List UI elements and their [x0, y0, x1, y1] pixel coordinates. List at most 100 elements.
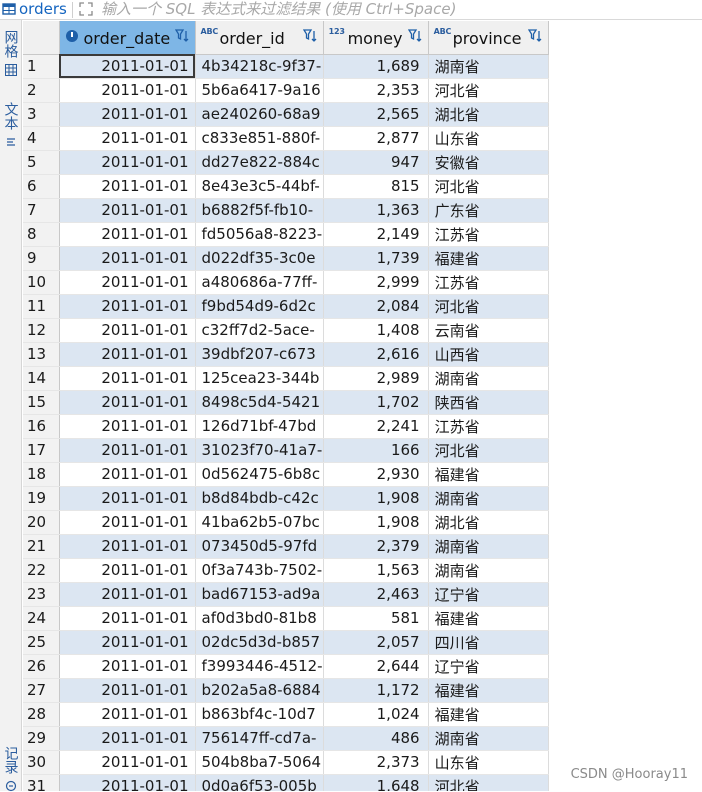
cell-province[interactable]: 福建省 — [428, 702, 549, 727]
table-row[interactable]: 23 2011-01-01 bad67153-ad9a 2,463 辽宁省 — [23, 582, 549, 607]
cell-money[interactable]: 815 — [323, 174, 429, 199]
expand-icon[interactable] — [79, 2, 93, 16]
table-row[interactable]: 1 2011-01-01 4b34218c-9f37- 1,689 湖南省 — [23, 54, 549, 79]
cell-money[interactable]: 2,877 — [323, 126, 429, 151]
cell-money[interactable]: 947 — [323, 150, 429, 175]
filter-sort-icon[interactable] — [527, 28, 544, 44]
cell-order-id[interactable]: 504b8ba7-5064 — [195, 750, 324, 775]
cell-money[interactable]: 2,930 — [323, 462, 429, 487]
row-number[interactable]: 3 — [23, 102, 60, 127]
table-row[interactable]: 6 2011-01-01 8e43e3c5-44bf- 815 河北省 — [23, 174, 549, 199]
cell-order-date[interactable]: 2011-01-01 — [59, 270, 196, 295]
cell-money[interactable]: 1,024 — [323, 702, 429, 727]
cell-order-id[interactable]: b6882f5f-fb10- — [195, 198, 324, 223]
cell-money[interactable]: 1,648 — [323, 774, 429, 791]
tab-record[interactable]: 记录 — [0, 746, 21, 792]
cell-money[interactable]: 2,463 — [323, 582, 429, 607]
column-header-order-date[interactable]: order_date — [59, 21, 196, 55]
row-number[interactable]: 19 — [23, 486, 60, 511]
cell-province[interactable]: 陕西省 — [428, 390, 549, 415]
cell-order-id[interactable]: 073450d5-97fd — [195, 534, 324, 559]
cell-money[interactable]: 1,563 — [323, 558, 429, 583]
cell-order-date[interactable]: 2011-01-01 — [59, 678, 196, 703]
row-number[interactable]: 18 — [23, 462, 60, 487]
cell-order-id[interactable]: b863bf4c-10d7 — [195, 702, 324, 727]
cell-money[interactable]: 2,084 — [323, 294, 429, 319]
cell-province[interactable]: 河北省 — [428, 438, 549, 463]
filter-sort-icon[interactable] — [174, 28, 191, 44]
cell-money[interactable]: 2,149 — [323, 222, 429, 247]
cell-order-id[interactable]: 0d0a6f53-005b — [195, 774, 324, 791]
table-row[interactable]: 12 2011-01-01 c32ff7d2-5ace- 1,408 云南省 — [23, 318, 549, 343]
cell-order-date[interactable]: 2011-01-01 — [59, 366, 196, 391]
cell-order-date[interactable]: 2011-01-01 — [59, 198, 196, 223]
cell-order-date[interactable]: 2011-01-01 — [59, 582, 196, 607]
cell-order-date[interactable]: 2011-01-01 — [59, 150, 196, 175]
table-row[interactable]: 11 2011-01-01 f9bd54d9-6d2c 2,084 河北省 — [23, 294, 549, 319]
column-header-order-id[interactable]: ABC order_id — [195, 21, 324, 55]
table-row[interactable]: 2 2011-01-01 5b6a6417-9a16 2,353 河北省 — [23, 78, 549, 103]
cell-order-id[interactable]: af0d3bd0-81b8 — [195, 606, 324, 631]
row-number[interactable]: 26 — [23, 654, 60, 679]
cell-province[interactable]: 湖南省 — [428, 726, 549, 751]
cell-money[interactable]: 1,739 — [323, 246, 429, 271]
cell-province[interactable]: 河北省 — [428, 78, 549, 103]
table-row[interactable]: 29 2011-01-01 756147ff-cd7a- 486 湖南省 — [23, 726, 549, 751]
row-number[interactable]: 2 — [23, 78, 60, 103]
cell-province[interactable]: 河北省 — [428, 294, 549, 319]
cell-province[interactable]: 福建省 — [428, 246, 549, 271]
cell-money[interactable]: 2,373 — [323, 750, 429, 775]
cell-province[interactable]: 辽宁省 — [428, 654, 549, 679]
cell-order-date[interactable]: 2011-01-01 — [59, 390, 196, 415]
cell-order-id[interactable]: 31023f70-41a7- — [195, 438, 324, 463]
cell-order-date[interactable]: 2011-01-01 — [59, 246, 196, 271]
table-row[interactable]: 13 2011-01-01 39dbf207-c673 2,616 山西省 — [23, 342, 549, 367]
cell-province[interactable]: 湖南省 — [428, 54, 549, 79]
cell-money[interactable]: 1,363 — [323, 198, 429, 223]
cell-order-id[interactable]: d022df35-3c0e — [195, 246, 324, 271]
cell-order-id[interactable]: 0f3a743b-7502- — [195, 558, 324, 583]
cell-province[interactable]: 湖北省 — [428, 102, 549, 127]
table-row[interactable]: 8 2011-01-01 fd5056a8-8223- 2,149 江苏省 — [23, 222, 549, 247]
cell-province[interactable]: 山西省 — [428, 342, 549, 367]
cell-money[interactable]: 2,241 — [323, 414, 429, 439]
cell-province[interactable]: 湖南省 — [428, 558, 549, 583]
cell-money[interactable]: 2,565 — [323, 102, 429, 127]
cell-order-date[interactable]: 2011-01-01 — [59, 126, 196, 151]
row-number[interactable]: 14 — [23, 366, 60, 391]
cell-order-id[interactable]: 41ba62b5-07bc — [195, 510, 324, 535]
table-row[interactable]: 25 2011-01-01 02dc5d3d-b857 2,057 四川省 — [23, 630, 549, 655]
row-number[interactable]: 8 — [23, 222, 60, 247]
cell-money[interactable]: 2,989 — [323, 366, 429, 391]
cell-province[interactable]: 山东省 — [428, 750, 549, 775]
table-row[interactable]: 5 2011-01-01 dd27e822-884c 947 安徽省 — [23, 150, 549, 175]
cell-money[interactable]: 2,644 — [323, 654, 429, 679]
cell-order-id[interactable]: 39dbf207-c673 — [195, 342, 324, 367]
cell-order-date[interactable]: 2011-01-01 — [59, 606, 196, 631]
cell-order-date[interactable]: 2011-01-01 — [59, 510, 196, 535]
cell-order-date[interactable]: 2011-01-01 — [59, 750, 196, 775]
cell-province[interactable]: 河北省 — [428, 174, 549, 199]
row-number[interactable]: 29 — [23, 726, 60, 751]
cell-order-date[interactable]: 2011-01-01 — [59, 342, 196, 367]
cell-money[interactable]: 2,057 — [323, 630, 429, 655]
cell-order-id[interactable]: bad67153-ad9a — [195, 582, 324, 607]
row-number[interactable]: 25 — [23, 630, 60, 655]
row-number[interactable]: 13 — [23, 342, 60, 367]
table-row[interactable]: 27 2011-01-01 b202a5a8-6884 1,172 福建省 — [23, 678, 549, 703]
cell-order-id[interactable]: f9bd54d9-6d2c — [195, 294, 324, 319]
row-number[interactable]: 12 — [23, 318, 60, 343]
cell-order-date[interactable]: 2011-01-01 — [59, 294, 196, 319]
cell-order-id[interactable]: a480686a-77ff- — [195, 270, 324, 295]
cell-province[interactable]: 山东省 — [428, 126, 549, 151]
table-row[interactable]: 22 2011-01-01 0f3a743b-7502- 1,563 湖南省 — [23, 558, 549, 583]
cell-order-id[interactable]: c32ff7d2-5ace- — [195, 318, 324, 343]
cell-order-date[interactable]: 2011-01-01 — [59, 630, 196, 655]
row-number[interactable]: 1 — [23, 54, 60, 79]
cell-order-id[interactable]: 0d562475-6b8c — [195, 462, 324, 487]
table-row[interactable]: 20 2011-01-01 41ba62b5-07bc 1,908 湖北省 — [23, 510, 549, 535]
table-row[interactable]: 19 2011-01-01 b8d84bdb-c42c 1,908 湖南省 — [23, 486, 549, 511]
cell-order-date[interactable]: 2011-01-01 — [59, 102, 196, 127]
cell-order-id[interactable]: 8498c5d4-5421 — [195, 390, 324, 415]
cell-money[interactable]: 1,408 — [323, 318, 429, 343]
